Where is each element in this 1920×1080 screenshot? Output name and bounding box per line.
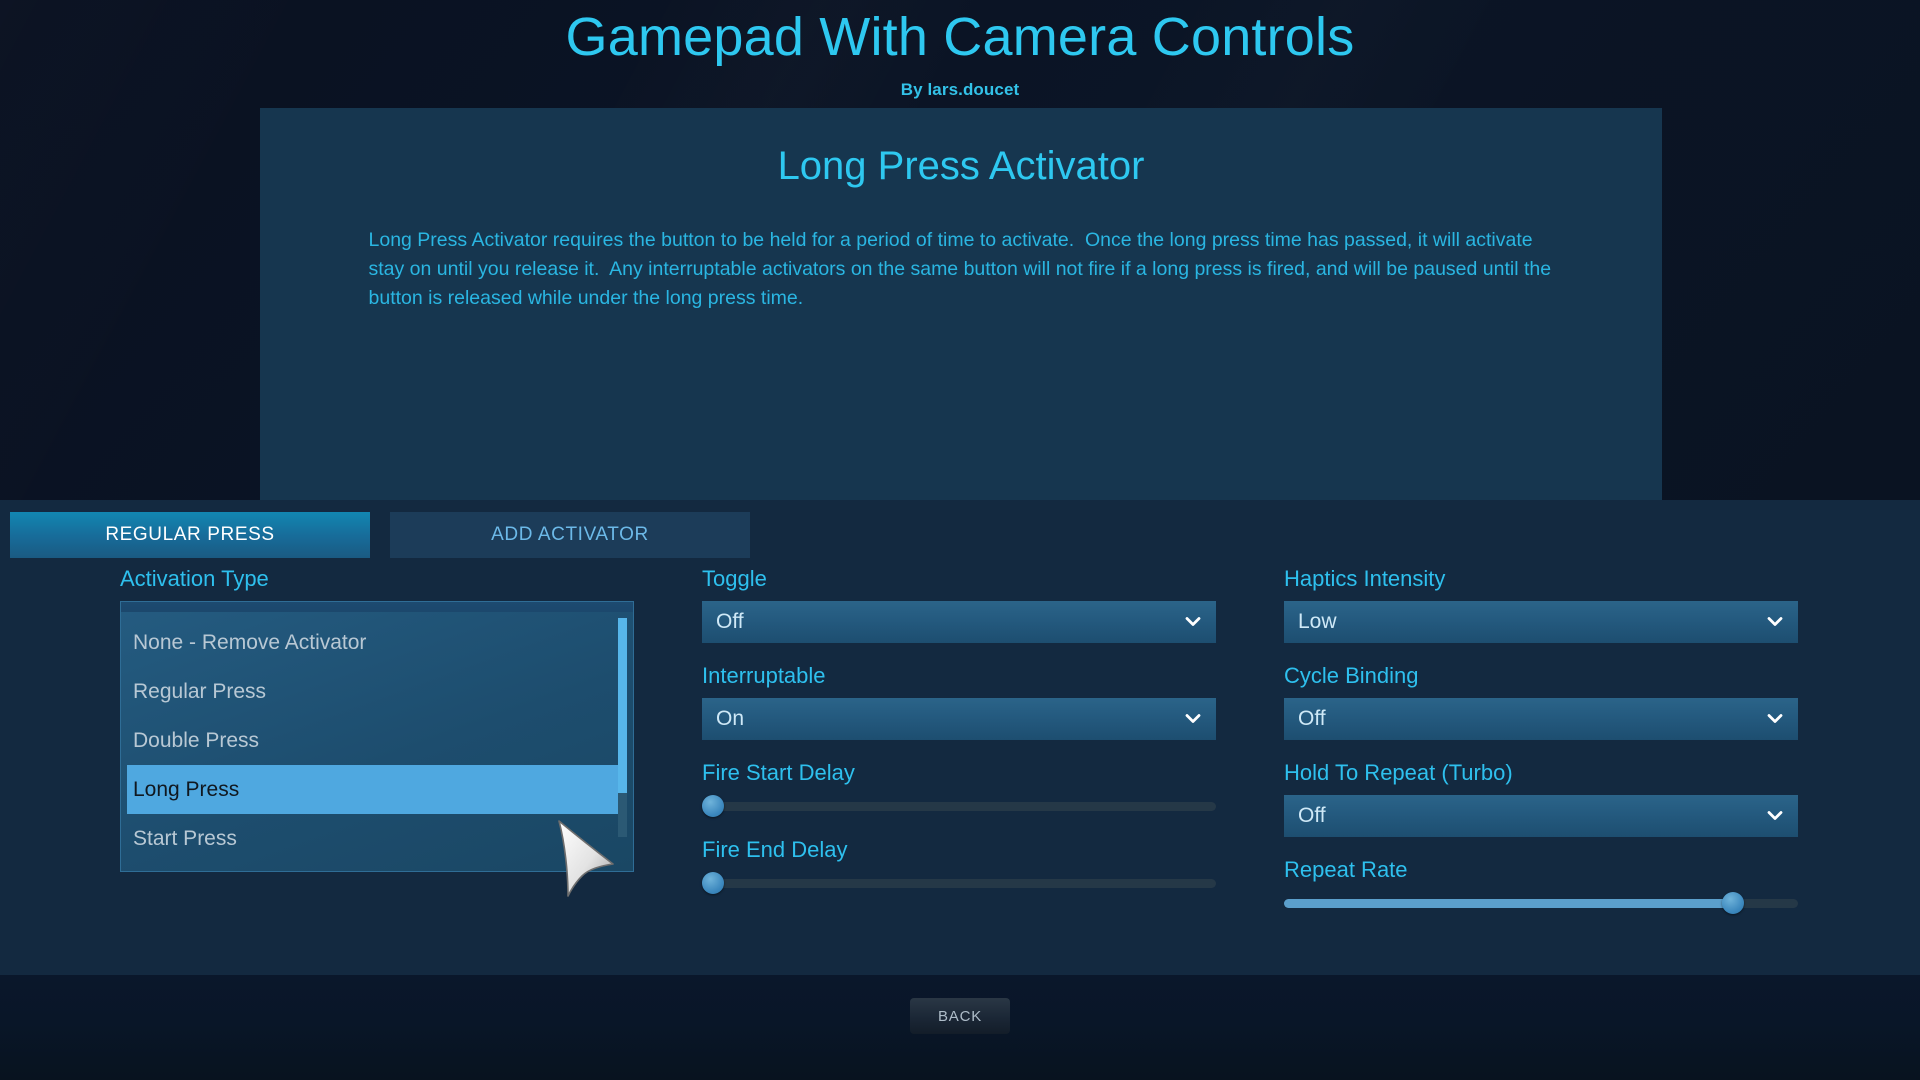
hold-to-repeat-label: Hold To Repeat (Turbo) xyxy=(1284,760,1513,785)
app-header: Gamepad With Camera Controls By lars.dou… xyxy=(0,0,1920,108)
back-button[interactable]: BACK xyxy=(910,998,1010,1034)
hold-to-repeat-value: Off xyxy=(1298,804,1326,827)
repeat-rate-slider[interactable] xyxy=(1284,892,1798,914)
field-fire-end-delay: Fire End Delay xyxy=(702,839,1216,894)
fire-start-delay-slider[interactable] xyxy=(702,795,1216,817)
haptics-intensity-value: Low xyxy=(1298,610,1337,633)
field-fire-start-delay: Fire Start Delay xyxy=(702,762,1216,817)
activator-title: Long Press Activator xyxy=(777,144,1145,188)
dropdown-option-regular-press[interactable]: Regular Press xyxy=(121,667,633,716)
chevron-down-icon xyxy=(1184,710,1202,728)
toggle-select[interactable]: Off xyxy=(702,601,1216,643)
slider-knob[interactable] xyxy=(1721,892,1744,914)
fire-end-delay-label: Fire End Delay xyxy=(702,837,848,862)
tab-add-activator[interactable]: ADD ACTIVATOR xyxy=(390,512,750,558)
slider-track xyxy=(702,879,1216,888)
toggle-label: Toggle xyxy=(702,566,767,591)
field-toggle: Toggle Off xyxy=(702,568,1216,643)
column-timing: Toggle Off Interruptable On Fire Start D… xyxy=(702,568,1216,916)
dropdown-scrollbar-thumb[interactable] xyxy=(618,618,627,793)
description-panel: Long Press Activator Long Press Activato… xyxy=(260,108,1662,500)
chevron-down-icon xyxy=(1184,613,1202,631)
activator-description: Long Press Activator requires the button… xyxy=(368,229,1557,309)
interruptable-label: Interruptable xyxy=(702,663,826,688)
author-byline: By lars.doucet xyxy=(900,80,1020,99)
page-title: Gamepad With Camera Controls xyxy=(565,7,1355,67)
dropdown-option-long-press-label: Long Press xyxy=(133,777,240,801)
dropdown-option-start-press-label: Start Press xyxy=(133,826,237,850)
footer-bar: BACK xyxy=(0,975,1920,1080)
repeat-rate-label: Repeat Rate xyxy=(1284,857,1408,882)
field-hold-to-repeat: Hold To Repeat (Turbo) Off xyxy=(1284,762,1798,837)
tab-add-activator-label: ADD ACTIVATOR xyxy=(491,524,649,545)
activation-type-dropdown-list[interactable]: None - Remove Activator Regular Press Do… xyxy=(120,612,634,872)
hold-to-repeat-select[interactable]: Off xyxy=(1284,795,1798,837)
fire-start-delay-label: Fire Start Delay xyxy=(702,760,855,785)
cycle-binding-label: Cycle Binding xyxy=(1284,663,1419,688)
chevron-down-icon xyxy=(1766,613,1784,631)
cycle-binding-value: Off xyxy=(1298,707,1326,730)
activator-tabs: REGULAR PRESS ADD ACTIVATOR xyxy=(0,512,750,558)
app-root: Gamepad With Camera Controls By lars.dou… xyxy=(0,0,1920,1080)
field-interruptable: Interruptable On xyxy=(702,665,1216,740)
dropdown-option-double-press[interactable]: Double Press xyxy=(121,716,633,765)
slider-fill xyxy=(1284,899,1742,908)
interruptable-select[interactable]: On xyxy=(702,698,1216,740)
dropdown-option-start-press[interactable]: Start Press xyxy=(121,814,633,863)
slider-knob[interactable] xyxy=(702,872,724,894)
fire-end-delay-slider[interactable] xyxy=(702,872,1216,894)
field-activation-type: Activation Type Regular Press None - Rem… xyxy=(120,566,634,872)
dropdown-option-long-press[interactable]: Long Press xyxy=(127,765,621,814)
dropdown-option-none-label: None - Remove Activator xyxy=(133,630,367,654)
column-activation: Activation Type Regular Press None - Rem… xyxy=(120,566,634,872)
settings-section: REGULAR PRESS ADD ACTIVATOR Activation T… xyxy=(0,500,1920,975)
chevron-down-icon xyxy=(1766,710,1784,728)
slider-track xyxy=(702,802,1216,811)
toggle-value: Off xyxy=(716,610,744,633)
interruptable-value: On xyxy=(716,707,745,730)
tab-regular-press-label: REGULAR PRESS xyxy=(105,524,275,545)
cycle-binding-select[interactable]: Off xyxy=(1284,698,1798,740)
activation-type-label: Activation Type xyxy=(120,566,269,591)
haptics-intensity-select[interactable]: Low xyxy=(1284,601,1798,643)
slider-knob[interactable] xyxy=(702,795,724,817)
dropdown-option-regular-press-label: Regular Press xyxy=(133,679,267,703)
field-repeat-rate: Repeat Rate xyxy=(1284,859,1798,914)
back-button-label: BACK xyxy=(937,1007,983,1025)
column-haptics: Haptics Intensity Low Cycle Binding Off xyxy=(1284,568,1798,936)
dropdown-option-none[interactable]: None - Remove Activator xyxy=(121,618,633,667)
field-haptics-intensity: Haptics Intensity Low xyxy=(1284,568,1798,643)
tab-regular-press[interactable]: REGULAR PRESS xyxy=(10,512,370,558)
chevron-down-icon xyxy=(1766,807,1784,825)
field-cycle-binding: Cycle Binding Off xyxy=(1284,665,1798,740)
dropdown-option-double-press-label: Double Press xyxy=(133,728,260,752)
haptics-intensity-label: Haptics Intensity xyxy=(1284,566,1446,591)
